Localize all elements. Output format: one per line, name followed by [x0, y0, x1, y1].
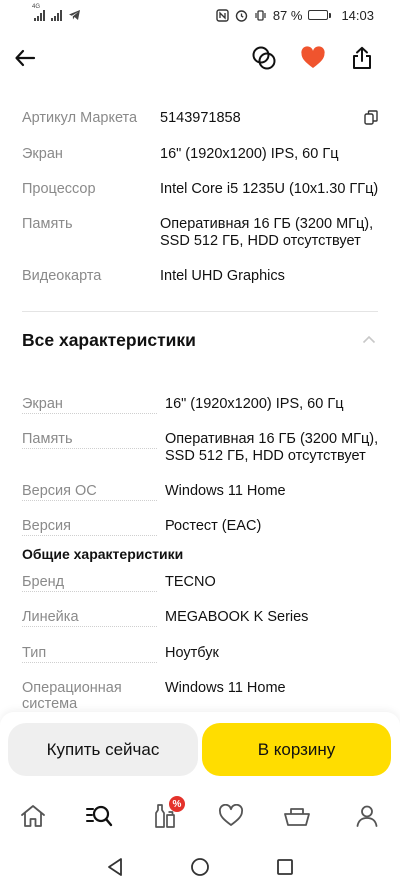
all-specs-title: Все характеристики [22, 330, 196, 350]
spec-value: TECNO [165, 574, 216, 590]
spec-label: Тип [22, 645, 157, 663]
spec-value: 5143971858 [160, 110, 241, 126]
share-icon [353, 46, 371, 69]
tab-cart[interactable] [264, 788, 330, 844]
spec-value-line2: SSD 512 ГБ, HDD отсутствует [165, 448, 366, 464]
tab-profile[interactable] [334, 788, 400, 844]
nfc-icon [216, 8, 229, 22]
compare-button[interactable] [246, 40, 282, 76]
cellular-signal-icon: 4G [32, 4, 45, 21]
spec-value-line1: Оперативная 16 ГБ (3200 МГц), [165, 431, 379, 447]
product-specs-content[interactable]: Артикул Маркета 5143971858 Экран 16" (19… [0, 82, 400, 714]
profile-icon [356, 805, 378, 827]
spec-value: 16" (1920x1200) IPS, 60 Гц [165, 396, 344, 412]
tab-home[interactable] [0, 788, 66, 844]
spec-label: Версия ОС [22, 483, 157, 501]
spec-value: Intel Core i5 1235U (10x1.30 ГГц) [160, 181, 379, 197]
add-to-cart-button[interactable]: В корзину [202, 723, 391, 776]
catalog-search-icon [86, 805, 113, 827]
system-home-button[interactable] [185, 854, 215, 880]
spec-label-line1: Операционная [22, 680, 122, 696]
spec-label: Версия [22, 518, 157, 536]
network-type-label: 4G [32, 3, 41, 10]
spec-label: Линейка [22, 609, 157, 627]
promo-badge: % [169, 796, 185, 812]
spec-label: Видеокарта [22, 268, 102, 284]
spec-value: 16" (1920x1200) IPS, 60 Гц [160, 146, 339, 162]
spec-label: Бренд [22, 574, 157, 592]
spec-label: Экран [22, 396, 157, 414]
bottom-tab-bar: % [0, 788, 400, 844]
cart-icon [284, 808, 310, 826]
general-specs-title: Общие характеристики [22, 546, 184, 562]
tab-favorites[interactable] [198, 788, 264, 844]
triangle-back-icon [108, 858, 122, 876]
battery-percent: 87 % [272, 7, 303, 23]
section-divider [22, 311, 378, 312]
spec-label: Память [22, 216, 73, 232]
circle-home-icon [191, 858, 209, 876]
compare-icon [252, 46, 276, 70]
tab-promos[interactable]: % [132, 788, 198, 844]
system-navigation-bar [0, 846, 400, 889]
back-button[interactable] [7, 40, 43, 76]
spec-value: Intel UHD Graphics [160, 268, 285, 284]
purchase-bar: Купить сейчас В корзину [0, 712, 400, 788]
square-recents-icon [277, 859, 293, 875]
system-recents-button[interactable] [270, 854, 300, 880]
spec-value: Ростест (EAC) [165, 518, 262, 534]
all-specs-header[interactable]: Все характеристики [0, 320, 400, 360]
heart-icon [301, 46, 325, 68]
spec-label: Процессор [22, 181, 96, 197]
top-app-bar [0, 36, 400, 80]
vibrate-icon [255, 9, 266, 21]
system-back-button[interactable] [100, 854, 130, 880]
favorites-icon [219, 804, 243, 826]
spec-label: Память [22, 431, 157, 449]
status-right: 87 % 14:03 [216, 8, 374, 23]
spec-label: Экран [22, 146, 63, 162]
tab-catalog[interactable] [66, 788, 132, 844]
spec-label: Артикул Маркета [22, 110, 138, 126]
share-button[interactable] [344, 40, 380, 76]
spec-value: MEGABOOK K Series [165, 609, 309, 625]
clock: 14:03 [341, 7, 374, 23]
status-left: 4G [32, 4, 81, 21]
copy-icon[interactable] [364, 110, 378, 125]
alarm-icon [235, 9, 248, 22]
status-bar: 4G 87 % 14:03 [0, 0, 400, 30]
spec-value-line2: SSD 512 ГБ, HDD отсутствует [160, 233, 361, 249]
spec-value: Windows 11 Home [165, 680, 286, 696]
buy-now-button[interactable]: Купить сейчас [8, 723, 198, 776]
back-arrow-icon [15, 49, 36, 67]
spec-value-line1: Оперативная 16 ГБ (3200 МГц), [160, 216, 374, 232]
spec-value: Windows 11 Home [165, 483, 286, 499]
battery-icon [308, 10, 332, 20]
telegram-icon [69, 10, 80, 20]
favorite-button[interactable] [295, 40, 331, 76]
chevron-up-icon [362, 335, 376, 344]
spec-value: Ноутбук [165, 645, 219, 661]
home-icon [21, 805, 45, 827]
cellular-signal-2-icon [51, 9, 62, 21]
